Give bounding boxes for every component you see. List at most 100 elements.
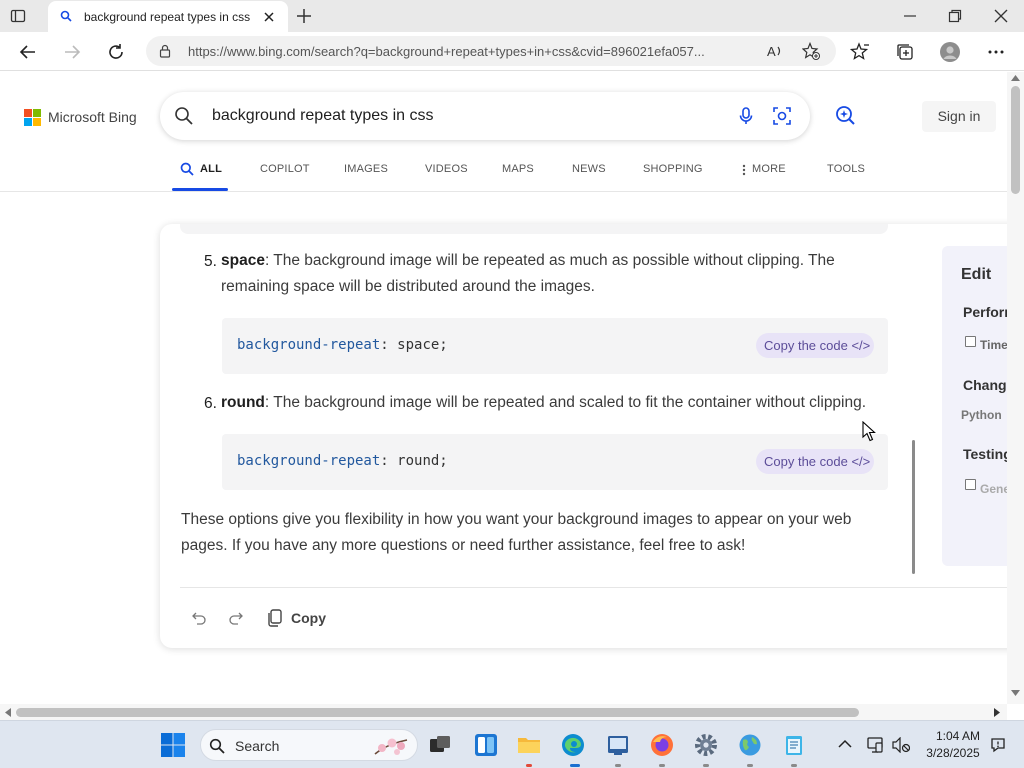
notifications-icon[interactable] bbox=[990, 737, 1006, 753]
settings-gear-icon[interactable] bbox=[694, 733, 718, 757]
copy-code-button[interactable]: Copy the code </> bbox=[756, 333, 874, 358]
running-indicator bbox=[703, 764, 709, 767]
tab-actions-icon[interactable] bbox=[10, 8, 26, 24]
tab-news[interactable]: NEWS bbox=[572, 163, 606, 175]
logo-square-yellow bbox=[33, 118, 41, 126]
clock-date[interactable]: 3/28/2025 bbox=[920, 746, 986, 760]
virtualbox-app-icon[interactable] bbox=[606, 733, 630, 757]
visual-search-icon[interactable] bbox=[772, 106, 792, 126]
windows-taskbar: Search 1:04 AM 3/28/2025 bbox=[0, 720, 1024, 768]
running-indicator bbox=[747, 764, 753, 767]
all-search-icon bbox=[180, 162, 194, 176]
search-icon[interactable] bbox=[174, 106, 194, 126]
running-indicator bbox=[615, 764, 621, 767]
card-divider bbox=[180, 587, 1020, 588]
device-connection-icon[interactable] bbox=[866, 737, 884, 753]
restore-icon[interactable] bbox=[947, 8, 963, 24]
refresh-icon[interactable] bbox=[106, 42, 126, 62]
scroll-down-icon[interactable] bbox=[1011, 690, 1020, 697]
sign-in-button[interactable]: Sign in bbox=[922, 101, 996, 132]
running-indicator bbox=[791, 764, 797, 767]
clock-time[interactable]: 1:04 AM bbox=[930, 729, 986, 743]
favorites-icon[interactable] bbox=[850, 42, 870, 62]
browser-tab-active[interactable]: background repeat types in css - Search bbox=[48, 1, 288, 32]
widgets-icon[interactable] bbox=[474, 733, 498, 757]
back-arrow-icon[interactable] bbox=[18, 42, 38, 62]
testing-checkbox[interactable] bbox=[965, 479, 976, 490]
url-text[interactable]: https://www.bing.com/search?q=background… bbox=[188, 44, 758, 59]
svg-text:A: A bbox=[767, 44, 776, 59]
performance-checkbox[interactable] bbox=[965, 336, 976, 347]
minimize-icon[interactable] bbox=[902, 8, 918, 24]
network-volume-icon[interactable] bbox=[892, 737, 910, 753]
search-scope-tabs: ALL COPILOT IMAGES VIDEOS MAPS NEWS SHOP… bbox=[0, 150, 1007, 192]
taskbar-search-box[interactable]: Search bbox=[200, 729, 418, 761]
more-options-icon[interactable] bbox=[986, 42, 1006, 62]
list-item-round: round: The background image will be repe… bbox=[221, 390, 921, 416]
tab-more[interactable]: MORE bbox=[752, 163, 786, 175]
tab-title: background repeat types in css - Search bbox=[84, 10, 252, 24]
search-icon bbox=[209, 738, 225, 754]
page-vertical-scrollbar[interactable] bbox=[1007, 72, 1024, 704]
collections-icon[interactable] bbox=[895, 42, 915, 62]
scroll-up-icon[interactable] bbox=[1011, 74, 1020, 81]
forward-arrow-icon[interactable] bbox=[62, 42, 82, 62]
code-value: : round; bbox=[380, 453, 448, 469]
list-item-number: 6. bbox=[204, 395, 217, 412]
notepad-icon[interactable] bbox=[782, 733, 806, 757]
page-horizontal-scrollbar[interactable] bbox=[0, 704, 1007, 720]
logo-text: Microsoft Bing bbox=[48, 109, 137, 125]
logo-square-green bbox=[33, 109, 41, 117]
edge-browser-icon[interactable] bbox=[561, 733, 585, 757]
tab-videos[interactable]: VIDEOS bbox=[425, 163, 468, 175]
close-window-icon[interactable] bbox=[993, 8, 1009, 24]
new-tab-icon[interactable] bbox=[296, 8, 312, 24]
vertical-scroll-thumb[interactable] bbox=[1011, 86, 1020, 194]
scroll-left-icon[interactable] bbox=[4, 708, 11, 717]
tab-images[interactable]: IMAGES bbox=[344, 163, 388, 175]
tab-shopping[interactable]: SHOPPING bbox=[643, 163, 703, 175]
logo-square-red bbox=[24, 109, 32, 117]
show-hidden-icons-chevron-icon[interactable] bbox=[838, 739, 852, 749]
copy-icon[interactable] bbox=[267, 609, 283, 627]
copilot-search-icon[interactable] bbox=[834, 104, 856, 126]
code-block-space: background-repeat: space; Copy the code … bbox=[222, 318, 888, 374]
task-view-icon[interactable] bbox=[428, 733, 452, 757]
search-box[interactable]: background repeat types in css bbox=[160, 92, 810, 140]
windows-start-icon[interactable] bbox=[160, 733, 186, 757]
redo-icon[interactable] bbox=[228, 610, 244, 626]
running-indicator bbox=[526, 764, 532, 767]
undo-icon[interactable] bbox=[191, 610, 207, 626]
list-item-text: : The background image will be repeated … bbox=[264, 394, 867, 411]
firefox-icon[interactable] bbox=[650, 733, 674, 757]
add-favorite-icon[interactable] bbox=[802, 42, 820, 60]
change-value[interactable]: Python bbox=[961, 408, 1002, 422]
tab-maps[interactable]: MAPS bbox=[502, 163, 534, 175]
keyword-space: space bbox=[221, 252, 265, 269]
code-block-round: background-repeat: round; Copy the code … bbox=[222, 434, 888, 490]
tab-all[interactable]: ALL bbox=[200, 163, 222, 175]
tab-tools[interactable]: TOOLS bbox=[827, 163, 865, 175]
microphone-icon[interactable] bbox=[736, 106, 756, 126]
file-explorer-icon[interactable] bbox=[517, 733, 541, 757]
list-item-text: : The background image will be repeated … bbox=[221, 252, 835, 295]
lock-icon[interactable] bbox=[158, 44, 172, 58]
code-value: : space; bbox=[380, 337, 448, 353]
browser-title-bar: background repeat types in css - Search bbox=[0, 0, 1024, 32]
more-dots-icon[interactable] bbox=[742, 164, 746, 176]
copy-code-button[interactable]: Copy the code </> bbox=[756, 449, 874, 474]
address-bar[interactable]: https://www.bing.com/search?q=background… bbox=[146, 36, 836, 66]
profile-avatar-icon[interactable] bbox=[940, 42, 960, 62]
list-item-space: space: The background image will be repe… bbox=[221, 248, 891, 300]
tab-close-icon[interactable] bbox=[262, 10, 276, 24]
answer-scrollbar[interactable] bbox=[912, 440, 915, 574]
horizontal-scroll-thumb[interactable] bbox=[16, 708, 859, 717]
copy-button[interactable]: Copy bbox=[291, 610, 326, 626]
scroll-right-icon[interactable] bbox=[994, 708, 1001, 717]
read-aloud-icon[interactable]: A bbox=[766, 42, 784, 60]
maps-globe-icon[interactable] bbox=[738, 733, 762, 757]
microsoft-bing-logo[interactable]: Microsoft Bing bbox=[24, 108, 144, 128]
search-input[interactable]: background repeat types in css bbox=[212, 107, 433, 125]
tab-copilot[interactable]: COPILOT bbox=[260, 163, 310, 175]
code-property: background-repeat bbox=[237, 337, 381, 353]
